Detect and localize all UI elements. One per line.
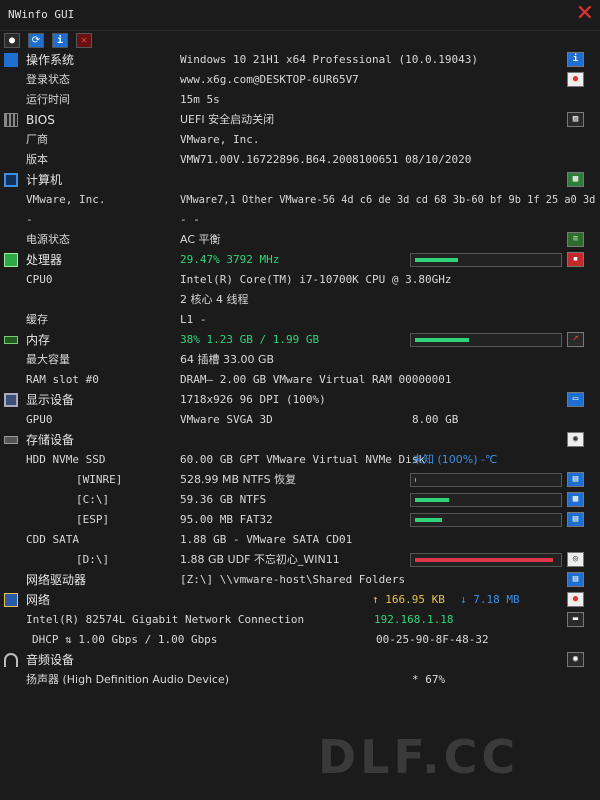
network-icon: [4, 593, 18, 607]
row-partition-c[interactable]: [C:\] 59.36 GB NTFS ▦: [0, 490, 600, 510]
row-cd-sata: CDD SATA 1.88 GB - VMware SATA CD01: [26, 533, 353, 546]
row-dhcp: DHCP ⇅ 1.00 Gbps / 1.00 Gbps 00-25-90-8F…: [32, 633, 489, 646]
user-icon[interactable]: ●: [567, 592, 584, 607]
chip-icon[interactable]: ▪: [567, 252, 584, 267]
rocket-icon[interactable]: ➚: [567, 332, 584, 347]
row-os[interactable]: 操作系统 Windows 10 21H1 x64 Professional (1…: [0, 50, 600, 70]
info-icon[interactable]: i: [52, 33, 68, 48]
row-nic[interactable]: Intel(R) 82574L Gigabit Network Connecti…: [0, 610, 600, 630]
row-login[interactable]: 登录状态 www.x6g.com@DESKTOP-6UR65V7 ●: [0, 70, 600, 90]
windows-icon[interactable]: ▦: [567, 492, 584, 507]
row-dash: - - -: [26, 213, 200, 226]
row-cpu[interactable]: 处理器 29.47% 3792 MHz ▪: [0, 250, 600, 270]
row-display[interactable]: 显示设备 1718x926 96 DPI (100%) ▭: [0, 390, 600, 410]
chip-icon: [4, 113, 18, 127]
cpu-usage-bar: [410, 253, 562, 267]
row-vendor: 厂商 VMware, Inc.: [26, 133, 260, 146]
info-icon[interactable]: i: [567, 52, 584, 67]
row-uptime: 运行时间 15m 5s: [26, 93, 220, 106]
window-title: NWinfo GUI: [8, 8, 75, 21]
row-version: 版本 VMW71.00V.16722896.B64.2008100651 08/…: [26, 153, 472, 166]
battery-icon[interactable]: ≡: [567, 232, 584, 247]
row-partition-d[interactable]: [D:\] 1.88 GB UDF 不忘初心_WIN11 ◎: [0, 550, 600, 570]
windows-icon: [4, 53, 18, 67]
headphones-icon: [4, 653, 18, 667]
row-ram-slot: RAM slot #0 DRAM— 2.00 GB VMware Virtual…: [26, 373, 452, 386]
refresh-icon[interactable]: ⟳: [28, 33, 44, 48]
disk-icon[interactable]: ◉: [567, 432, 584, 447]
row-bios[interactable]: BIOS UEFI 安全启动关闭 ▨: [0, 110, 600, 130]
row-ssd: HDD NVMe SSD 60.00 GB GPT VMware Virtual…: [26, 453, 498, 466]
row-cores: 2 核心 4 线程: [180, 293, 249, 306]
row-max-capacity: 最大容量 64 插槽 33.00 GB: [26, 353, 275, 366]
partition-usage-bar: [410, 473, 562, 487]
document-icon[interactable]: ▨: [567, 112, 584, 127]
display-icon: [4, 393, 18, 407]
row-memory[interactable]: 内存 38% 1.23 GB / 1.99 GB ➚: [0, 330, 600, 350]
storage-icon: [4, 436, 18, 444]
partition-usage-bar: [410, 553, 562, 567]
computer-icon: [4, 173, 18, 187]
window-icon[interactable]: ▤: [567, 512, 584, 527]
partition-usage-bar: [410, 493, 562, 507]
watermark: DLF.CC: [318, 730, 520, 784]
user-icon[interactable]: ●: [567, 72, 584, 87]
cd-icon[interactable]: ◎: [567, 552, 584, 567]
row-cpu0: CPU0 Intel(R) Core(TM) i7-10700K CPU @ 3…: [26, 273, 452, 286]
memory-icon: [4, 336, 18, 344]
screenshot-icon[interactable]: ●: [4, 33, 20, 48]
row-cache: 缓存 L1 -: [26, 313, 207, 326]
row-network[interactable]: 网络 ↑ 166.95 KB ↓ 7.18 MB ●: [0, 590, 600, 610]
row-computer[interactable]: 计算机 ▦: [0, 170, 600, 190]
monitor-icon[interactable]: ▭: [567, 392, 584, 407]
row-speaker: 扬声器 (High Definition Audio Device) * 67%: [26, 673, 446, 686]
ethernet-icon[interactable]: ▬: [567, 612, 584, 627]
row-power[interactable]: 电源状态 AC 平衡 ≡: [0, 230, 600, 250]
row-gpu0: GPU0 VMware SVGA 3D 8.00 GB: [26, 413, 459, 426]
row-storage[interactable]: 存储设备 ◉: [0, 430, 600, 450]
row-partition-esp[interactable]: [ESP] 95.00 MB FAT32 ▤: [0, 510, 600, 530]
cpu-icon: [4, 253, 18, 267]
row-audio[interactable]: 音频设备 ◉: [0, 650, 600, 670]
speaker-icon[interactable]: ◉: [567, 652, 584, 667]
close-icon[interactable]: ✕: [576, 1, 594, 27]
row-system-vendor: VMware, Inc. VMware7,1 Other VMware-56 4…: [26, 193, 596, 206]
memory-usage-bar: [410, 333, 562, 347]
board-icon[interactable]: ▦: [567, 172, 584, 187]
row-network-drive[interactable]: 网络驱动器 [Z:\] \\vmware-host\Shared Folders…: [0, 570, 600, 590]
partition-usage-bar: [410, 513, 562, 527]
close-icon[interactable]: ✕: [76, 33, 92, 48]
title-bar: NWinfo GUI ✕: [0, 0, 600, 31]
row-partition-winre[interactable]: [WINRE] 528.99 MB NTFS 恢复 ▤: [0, 470, 600, 490]
window-icon[interactable]: ▤: [567, 472, 584, 487]
window-icon[interactable]: ▤: [567, 572, 584, 587]
